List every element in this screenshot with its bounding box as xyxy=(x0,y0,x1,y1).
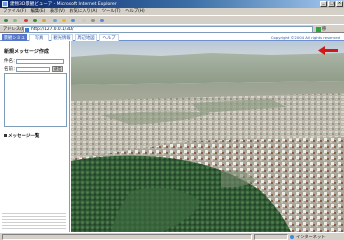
address-url: http://127.0.0.1/3D/ xyxy=(31,27,74,32)
message-body-textarea[interactable] xyxy=(4,73,67,127)
tab-landscape[interactable]: 景観シミュ xyxy=(2,34,27,41)
message-list-title: メッセージ一覧 xyxy=(4,133,39,139)
forward-icon[interactable] xyxy=(11,17,19,24)
compass-arrow-icon[interactable] xyxy=(318,46,338,55)
fine-print-note xyxy=(2,212,66,230)
back-icon[interactable] xyxy=(2,17,10,24)
maximize-button[interactable]: □ xyxy=(328,1,335,7)
close-button[interactable]: × xyxy=(336,1,343,7)
window-title-bar[interactable]: 建物3D景観ビューア - Microsoft Internet Explorer… xyxy=(0,0,344,8)
browser-toolbar xyxy=(0,15,344,24)
search-icon[interactable] xyxy=(51,17,59,24)
send-button[interactable]: 送信 xyxy=(52,66,63,72)
status-text-cell xyxy=(2,234,252,240)
address-bar: アドレス(D) http://127.0.0.1/3D/ 移動 xyxy=(0,24,344,39)
subject-field[interactable] xyxy=(16,59,64,64)
panel-title: 新規メッセージ作成 xyxy=(4,49,49,55)
message-list-label: メッセージ一覧 xyxy=(8,134,40,139)
bullet-icon xyxy=(4,134,7,137)
refresh-icon[interactable] xyxy=(31,17,39,24)
tab-map[interactable]: 周辺地図 xyxy=(75,34,97,41)
menu-file[interactable]: ファイル(F) xyxy=(3,8,26,15)
page-content: 景観シミュ 写真 観光情報 周辺地図 ヘルプ Copyright ©2004 A… xyxy=(0,33,344,232)
go-button[interactable]: 移動 xyxy=(316,26,330,39)
menu-bar: ファイル(F) 編集(E) 表示(V) お気に入り(A) ツール(T) ヘルプ(… xyxy=(0,8,344,15)
tab-photo[interactable]: 写真 xyxy=(29,34,49,41)
internet-zone-icon xyxy=(290,235,294,239)
copyright-text: Copyright ©2004 All rights reserved xyxy=(270,35,340,40)
mail-icon[interactable] xyxy=(80,17,88,24)
minimize-button[interactable]: _ xyxy=(320,1,327,7)
menu-favorites[interactable]: お気に入り(A) xyxy=(69,8,97,15)
menu-tools[interactable]: ツール(T) xyxy=(102,8,121,15)
tab-bar: 景観シミュ 写真 観光情報 周辺地図 ヘルプ Copyright ©2004 A… xyxy=(0,33,344,41)
zone-label: インターネット xyxy=(296,234,326,239)
tab-tourism[interactable]: 観光情報 xyxy=(51,34,73,41)
ie-app-icon xyxy=(2,1,8,7)
print-icon[interactable] xyxy=(89,17,97,24)
address-input[interactable]: http://127.0.0.1/3D/ xyxy=(23,26,313,33)
go-arrow-icon xyxy=(316,27,321,32)
message-panel: 新規メッセージ作成 件名： 名前： 送信 メッセージ一覧 xyxy=(0,41,70,232)
tab-help[interactable]: ヘルプ xyxy=(99,34,119,41)
menu-help[interactable]: ヘルプ(H) xyxy=(125,8,144,15)
history-icon[interactable] xyxy=(69,17,77,24)
edit-icon[interactable] xyxy=(98,17,106,24)
menu-edit[interactable]: 編集(E) xyxy=(31,8,46,15)
window-title: 建物3D景観ビューア - Microsoft Internet Explorer xyxy=(10,2,117,7)
3d-city-view[interactable] xyxy=(71,41,344,232)
status-bar: インターネット xyxy=(0,232,344,240)
status-progress-cell xyxy=(254,234,288,240)
page-favicon-icon xyxy=(25,28,29,32)
menu-view[interactable]: 表示(V) xyxy=(50,8,65,15)
favorites-icon[interactable] xyxy=(60,17,68,24)
stop-icon[interactable] xyxy=(22,17,30,24)
home-icon[interactable] xyxy=(40,17,48,24)
security-zone: インターネット xyxy=(290,234,325,240)
name-field[interactable] xyxy=(16,67,50,72)
